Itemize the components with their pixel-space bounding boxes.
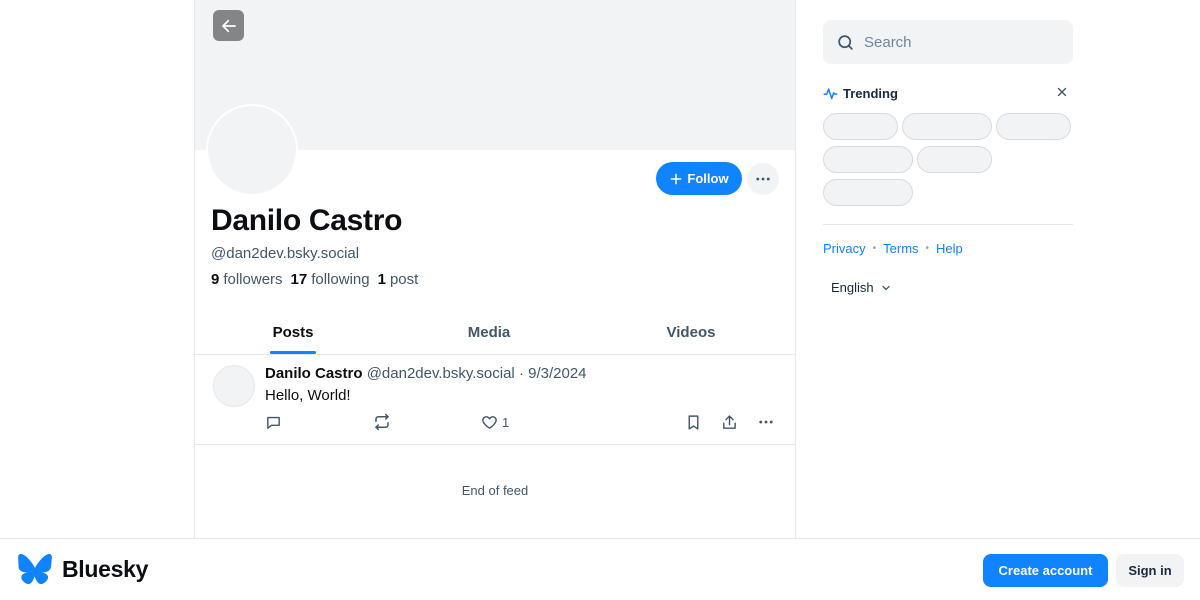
- language-value: English: [831, 280, 874, 295]
- trending-title: Trending: [843, 85, 898, 101]
- reply-button[interactable]: [265, 413, 282, 431]
- arrow-left-icon: [221, 19, 236, 32]
- profile-column: Follow Danilo Castro @dan2dev.bsky.socia…: [194, 0, 796, 538]
- create-account-button[interactable]: Create account: [983, 554, 1108, 587]
- profile-display-name: Danilo Castro: [211, 204, 403, 237]
- following-link[interactable]: 17 following: [291, 271, 370, 288]
- sidebar-divider: [823, 224, 1073, 225]
- share-icon: [723, 414, 736, 429]
- post-author-avatar[interactable]: [213, 365, 255, 407]
- trending-topic-pill[interactable]: [996, 113, 1071, 140]
- following-label: following: [311, 271, 370, 288]
- followers-count: 9: [211, 271, 220, 288]
- post-header: Danilo Castro @dan2dev.bsky.social · 9/3…: [265, 365, 587, 382]
- chevron-down-icon: [881, 285, 890, 290]
- follow-button[interactable]: Follow: [656, 162, 742, 195]
- post-date[interactable]: 9/3/2024: [528, 365, 586, 382]
- profile-stats: 9 followers 17 following 1 post: [211, 271, 418, 288]
- posts-stat: 1 post: [378, 271, 419, 288]
- trending-topic-pill[interactable]: [902, 113, 992, 140]
- tab-media[interactable]: Media: [391, 310, 587, 354]
- profile-more-button[interactable]: [747, 163, 779, 195]
- ellipsis-icon: [759, 420, 773, 424]
- end-of-feed-label: End of feed: [461, 483, 529, 498]
- reply-icon: [267, 416, 280, 429]
- trending-pulse-icon: [823, 87, 838, 99]
- post-author-handle[interactable]: @dan2dev.bsky.social: [367, 365, 515, 382]
- repost-icon: [375, 413, 389, 431]
- heart-icon: [482, 415, 497, 429]
- post-text: Hello, World!: [265, 387, 351, 404]
- butterfly-logo-icon: [18, 554, 52, 584]
- close-icon: [1057, 87, 1067, 97]
- help-link[interactable]: Help: [936, 241, 963, 256]
- privacy-link[interactable]: Privacy: [823, 241, 866, 256]
- link-separator-dot: •: [872, 243, 877, 254]
- trending-topic-pill[interactable]: [917, 146, 992, 173]
- posts-label: post: [389, 271, 419, 288]
- signup-bottom-bar: Bluesky Create account Sign in: [0, 538, 1200, 600]
- trending-close-button[interactable]: [1055, 85, 1069, 104]
- brand-logo[interactable]: Bluesky: [18, 554, 148, 584]
- profile-tabs: Posts Media Videos: [195, 310, 795, 355]
- language-select[interactable]: English: [831, 280, 892, 295]
- post-author-name[interactable]: Danilo Castro: [265, 365, 363, 382]
- terms-link[interactable]: Terms: [883, 241, 918, 256]
- post-separator: ·: [518, 365, 524, 382]
- brand-name: Bluesky: [62, 555, 149, 582]
- like-button[interactable]: 1: [481, 413, 509, 431]
- tab-videos[interactable]: Videos: [587, 310, 795, 354]
- bookmark-button[interactable]: [685, 413, 702, 431]
- post-more-button[interactable]: [757, 413, 775, 431]
- like-count: 1: [502, 414, 510, 430]
- bookmark-icon: [688, 414, 699, 430]
- posts-count: 1: [377, 271, 386, 288]
- followers-link[interactable]: 9 followers: [211, 271, 283, 288]
- tab-posts[interactable]: Posts: [195, 310, 391, 354]
- repost-button[interactable]: [373, 413, 391, 431]
- share-button[interactable]: [721, 413, 738, 431]
- follow-button-label: Follow: [687, 171, 729, 186]
- profile-handle: @dan2dev.bsky.social: [211, 245, 360, 262]
- trending-topic-pill[interactable]: [823, 113, 898, 140]
- search-icon: [838, 34, 853, 50]
- trending-topic-pill[interactable]: [823, 146, 913, 173]
- search-box[interactable]: [823, 20, 1073, 64]
- back-button[interactable]: [213, 10, 244, 41]
- ellipsis-icon: [756, 177, 770, 181]
- plus-icon: [670, 173, 682, 184]
- following-count: 17: [290, 271, 308, 288]
- feed-post[interactable]: Danilo Castro @dan2dev.bsky.social · 9/3…: [195, 355, 795, 445]
- active-tab-indicator: [270, 351, 316, 354]
- sign-in-button[interactable]: Sign in: [1116, 554, 1184, 587]
- profile-avatar[interactable]: [206, 104, 298, 196]
- search-input[interactable]: [864, 33, 1054, 51]
- followers-label: followers: [223, 271, 283, 288]
- trending-topic-pill[interactable]: [823, 179, 913, 206]
- link-separator-dot: •: [925, 243, 930, 254]
- trending-header: Trending: [823, 84, 1073, 102]
- footer-links: Privacy • Terms • Help: [823, 241, 963, 256]
